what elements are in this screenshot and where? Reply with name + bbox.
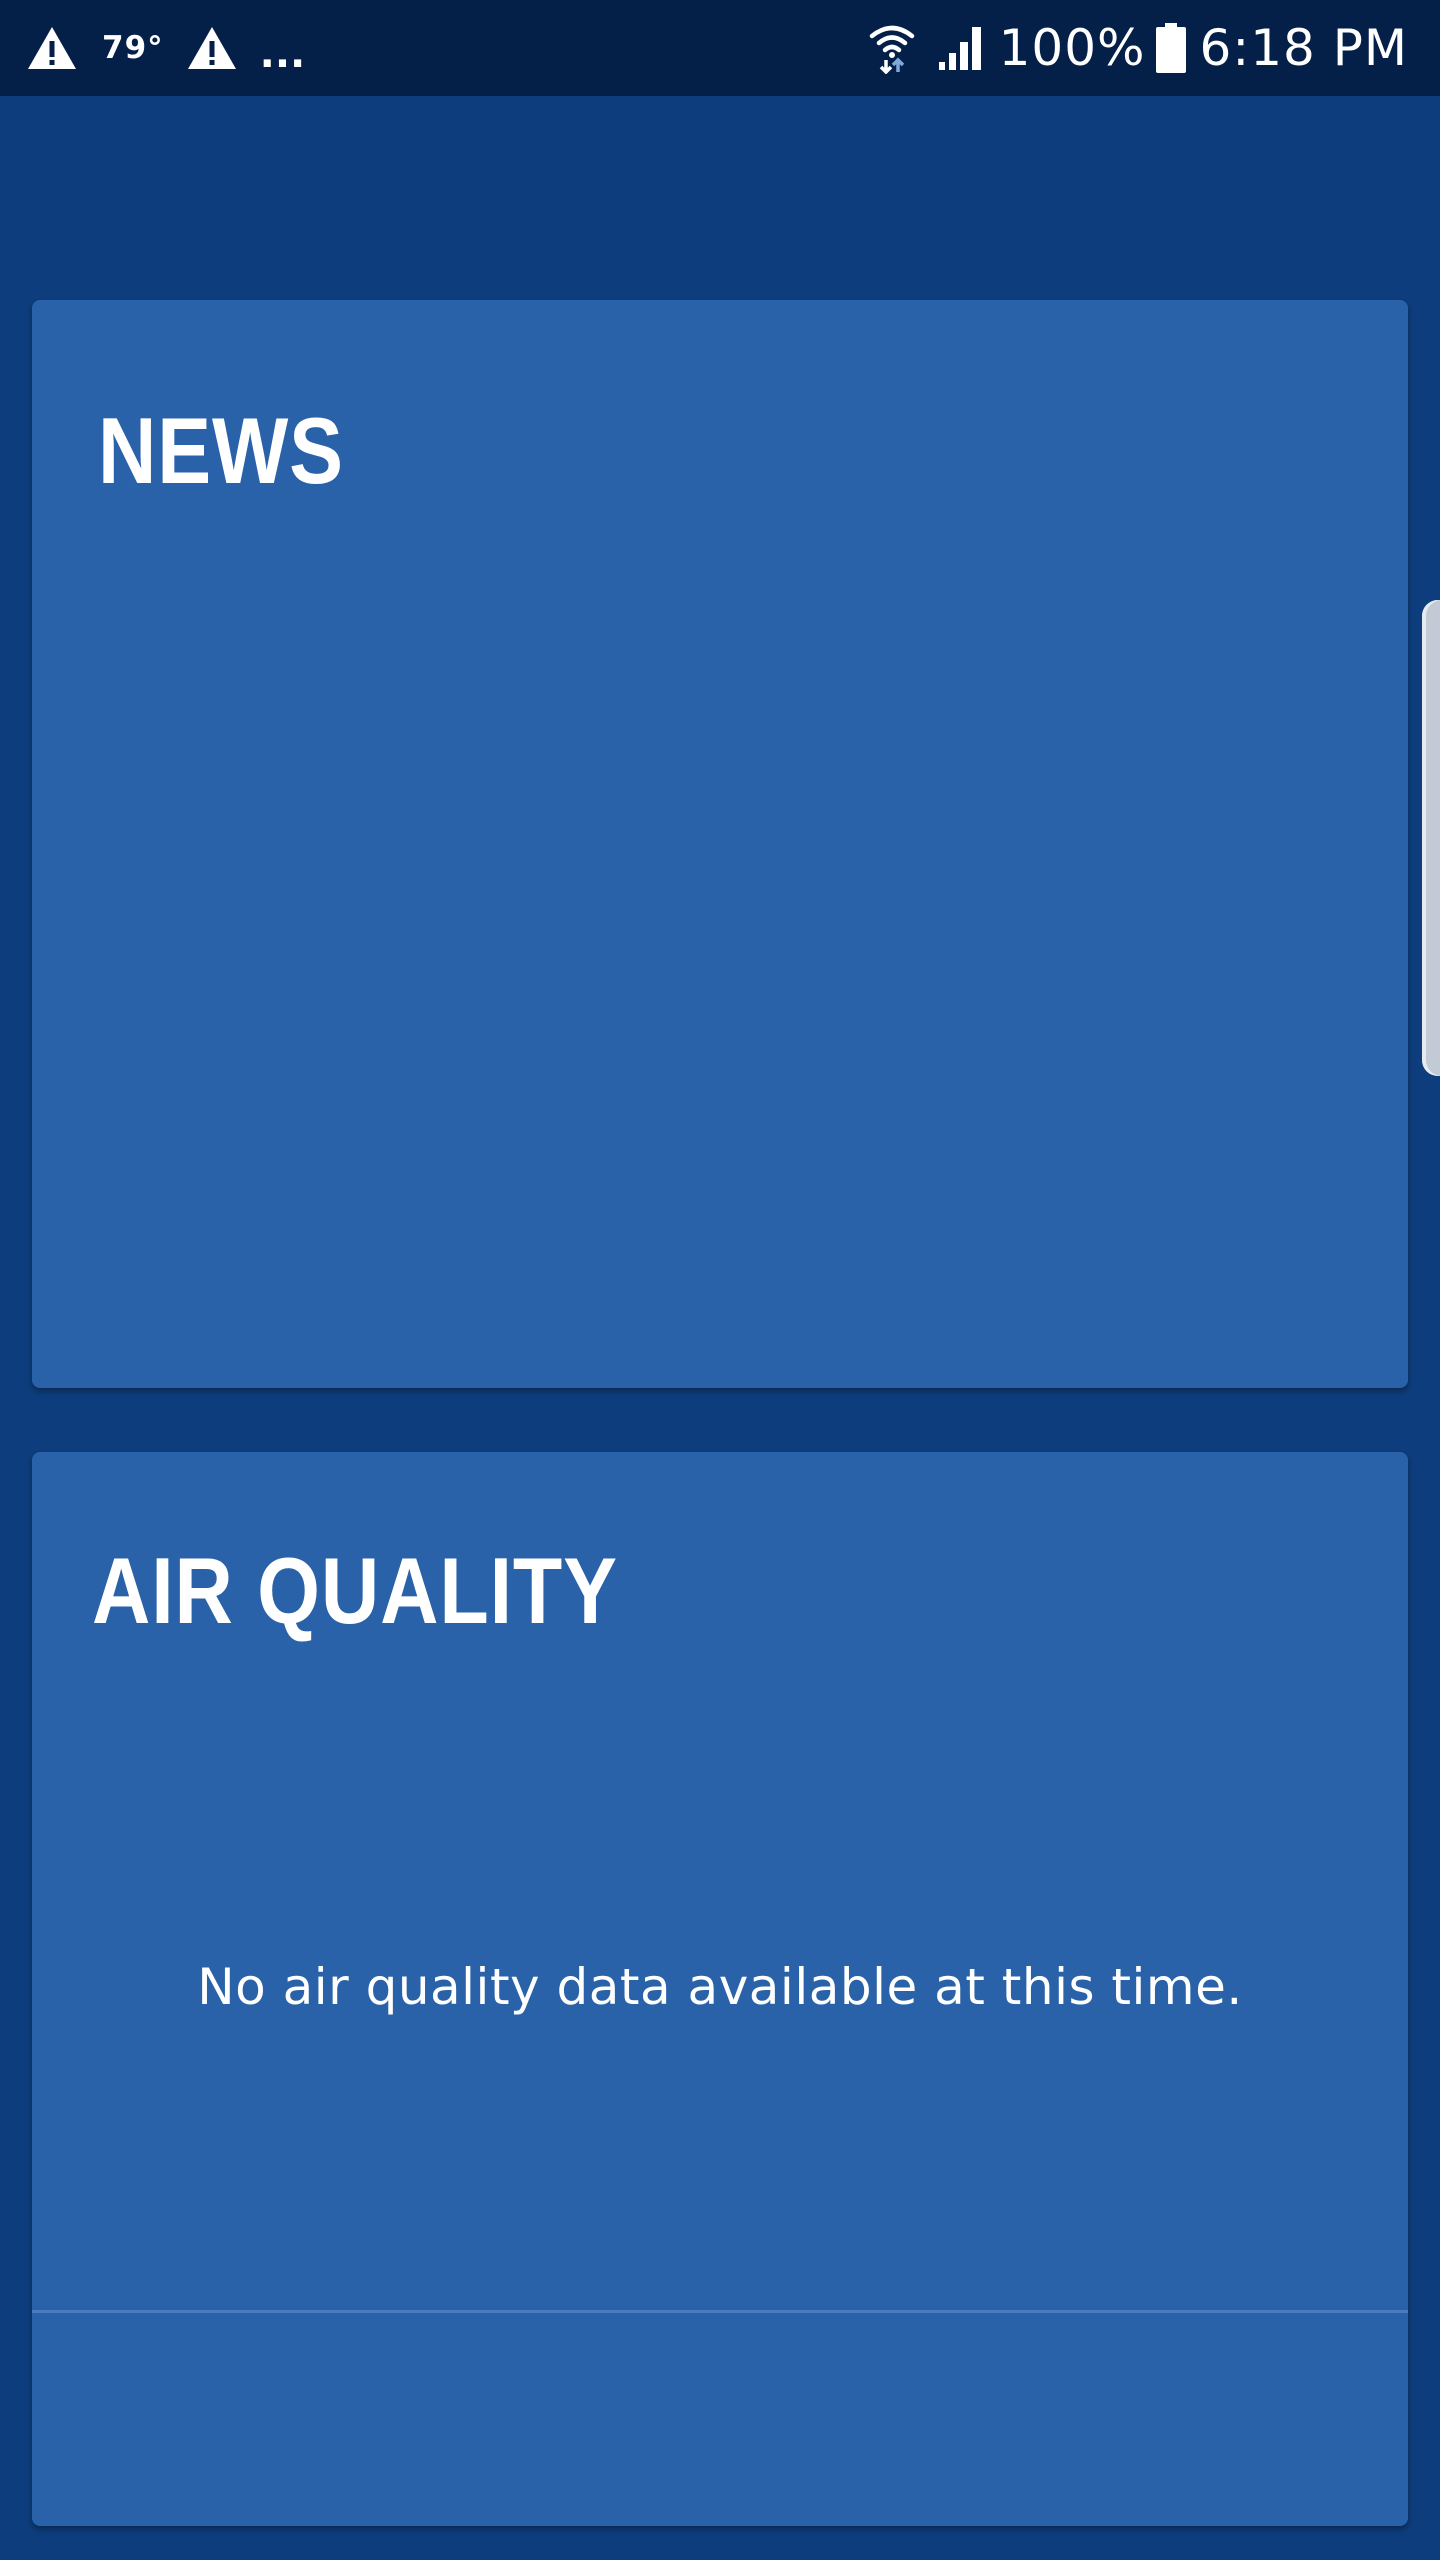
status-bar: 79° ... 100% 6:18 PM	[0, 0, 1440, 96]
alert-icon	[186, 25, 238, 71]
weather-temperature: 79°	[102, 30, 164, 66]
news-card[interactable]: NEWS	[32, 300, 1408, 1388]
battery-percentage: 100%	[998, 19, 1146, 77]
air-quality-card[interactable]: AIR QUALITY No air quality data availabl…	[32, 1452, 1408, 2526]
news-card-title: NEWS	[98, 398, 344, 503]
battery-icon	[1155, 23, 1186, 73]
air-quality-empty-message: No air quality data available at this ti…	[197, 1958, 1243, 2016]
status-bar-right: 100% 6:18 PM	[869, 19, 1408, 77]
status-bar-clock: 6:18 PM	[1199, 19, 1408, 77]
signal-icon	[938, 24, 985, 72]
card-divider	[32, 2310, 1408, 2313]
status-bar-left: 79° ...	[26, 25, 306, 77]
edge-panel-handle[interactable]	[1422, 600, 1440, 1076]
more-notifications-indicator: ...	[259, 31, 306, 77]
wifi-icon	[869, 22, 915, 74]
alert-icon	[26, 25, 78, 71]
air-quality-card-title: AIR QUALITY	[92, 1538, 618, 1643]
